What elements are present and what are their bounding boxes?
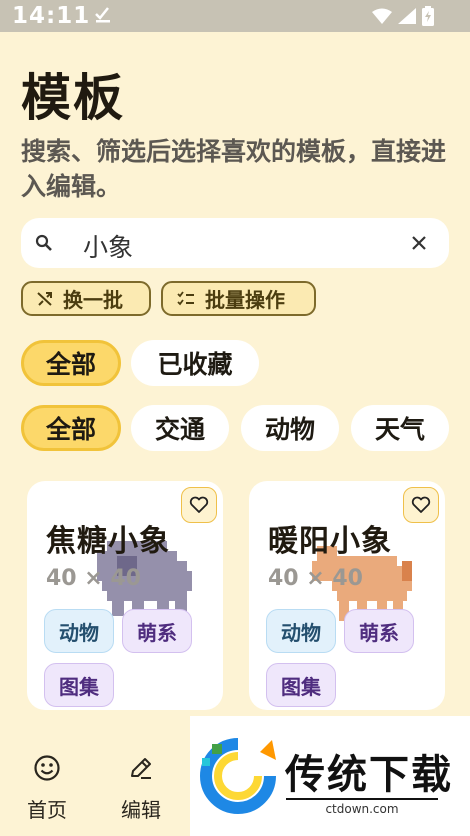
nav-label-home: 首页: [27, 798, 67, 822]
shuffle-icon: [37, 291, 52, 306]
category-chip-animal[interactable]: 动物: [241, 405, 339, 451]
template-card[interactable]: 焦糖小象 40 × 40 动物 萌系 图集: [27, 481, 223, 710]
battery-icon: [422, 6, 434, 26]
brand-logo: [200, 738, 276, 814]
template-size: 40 × 40: [46, 566, 141, 591]
signal-icon: [398, 8, 416, 24]
heart-icon: [189, 496, 209, 513]
page-subtitle: 搜索、筛选后选择喜欢的模板，直接进入编辑。: [21, 137, 447, 201]
watermark-url: ctdown.com: [286, 798, 438, 816]
tag-collection: 图集: [266, 663, 336, 707]
template-title: 暖阳小象: [268, 524, 392, 559]
category-chip-label: 天气: [374, 415, 425, 444]
status-time: 14:11: [12, 3, 91, 29]
tab-all[interactable]: 全部: [21, 340, 121, 386]
shuffle-button[interactable]: 换一批: [21, 281, 151, 316]
favorite-button[interactable]: [403, 487, 439, 523]
nav-label-edit: 编辑: [121, 798, 161, 822]
smile-icon: [34, 755, 60, 781]
wifi-icon: [372, 8, 392, 24]
category-chip-weather[interactable]: 天气: [351, 405, 449, 451]
template-card[interactable]: 暖阳小象 40 × 40 动物 萌系 图集: [249, 481, 445, 710]
tab-favorites-label: 已收藏: [157, 350, 233, 379]
template-title: 焦糖小象: [46, 524, 170, 559]
batch-operation-button[interactable]: 批量操作: [161, 281, 316, 316]
nav-item-home[interactable]: 首页: [0, 732, 94, 836]
pencil-icon: [131, 758, 151, 779]
favorite-button[interactable]: [181, 487, 217, 523]
close-icon[interactable]: [411, 235, 427, 251]
tag-type: 动物: [44, 609, 114, 653]
shuffle-label: 换一批: [63, 288, 123, 312]
batch-operation-label: 批量操作: [205, 288, 285, 312]
status-bar: 14:11: [0, 0, 470, 32]
category-chip-label: 交通: [154, 415, 205, 444]
category-chip-label: 全部: [45, 415, 96, 444]
template-size: 40 × 40: [268, 566, 363, 591]
status-icons: [372, 6, 434, 26]
tag-collection: 图集: [44, 663, 114, 707]
search-input[interactable]: 小象: [83, 228, 133, 264]
tab-all-label: 全部: [45, 350, 96, 379]
heart-icon: [411, 496, 431, 513]
download-done-icon: [95, 7, 110, 23]
category-chip-transport[interactable]: 交通: [131, 405, 229, 451]
tag-type: 动物: [266, 609, 336, 653]
watermark: 传统下载 ctdown.com: [190, 716, 470, 836]
watermark-brand: 传统下载: [285, 751, 453, 798]
search-icon: [35, 234, 52, 251]
category-chip-label: 动物: [264, 415, 315, 444]
nav-item-edit[interactable]: 编辑: [94, 732, 188, 836]
page-title: 模板: [21, 69, 125, 127]
category-chip-all[interactable]: 全部: [21, 405, 121, 451]
tag-style: 萌系: [122, 609, 192, 653]
tab-favorites[interactable]: 已收藏: [131, 340, 259, 386]
tag-style: 萌系: [344, 609, 414, 653]
checklist-icon: [177, 290, 194, 305]
search-field[interactable]: 小象: [21, 218, 449, 268]
